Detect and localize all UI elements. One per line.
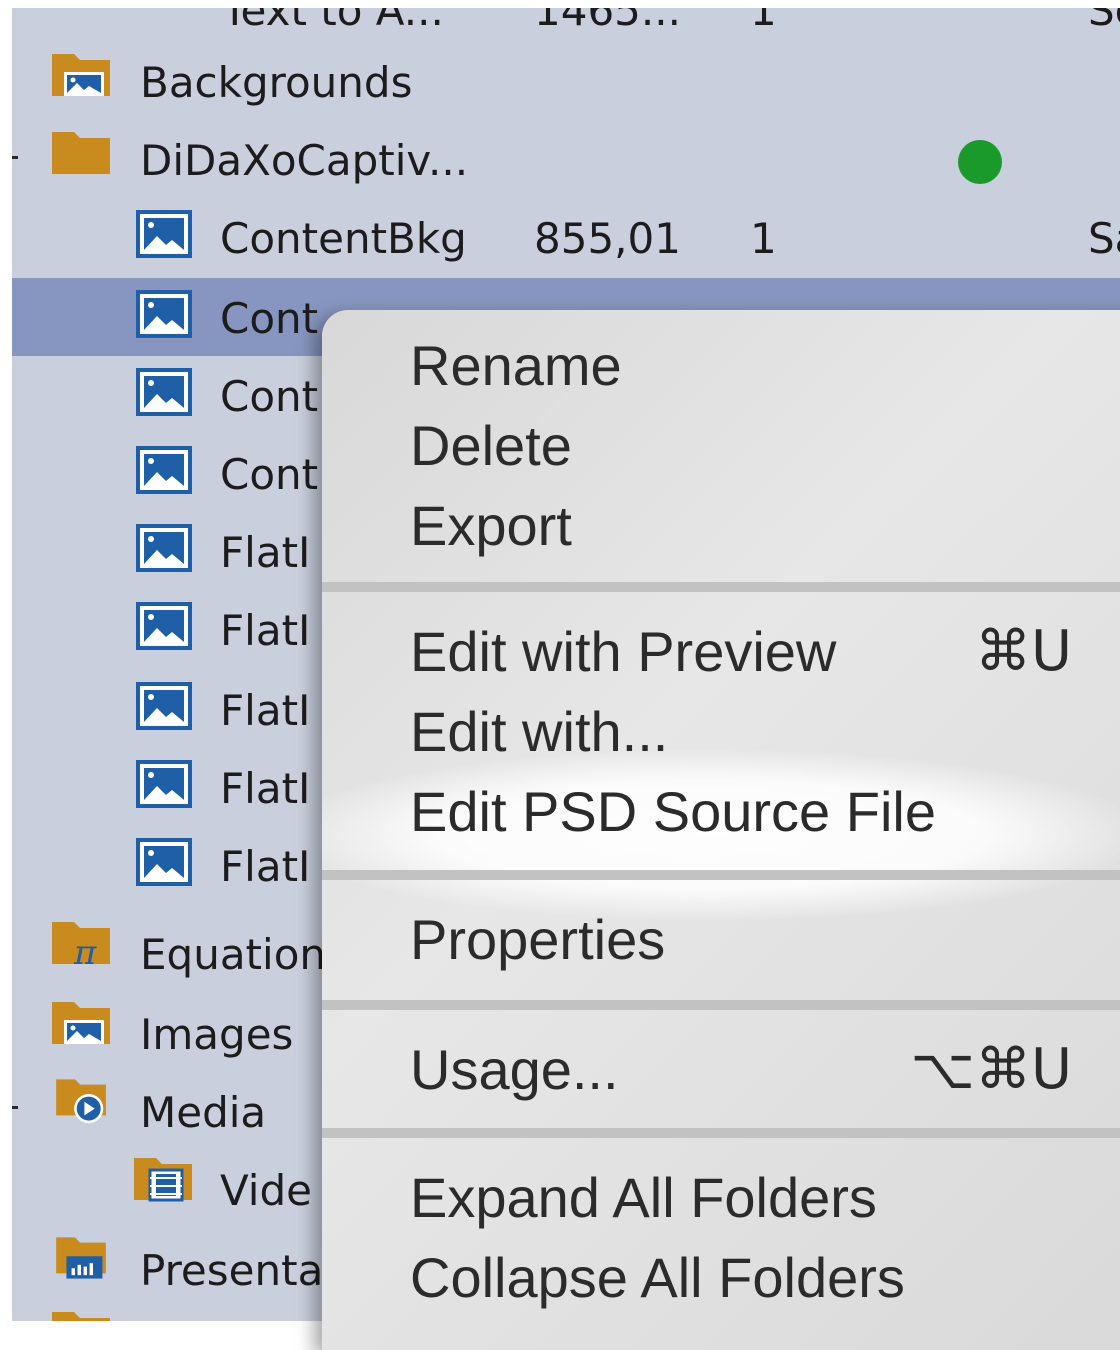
disclosure-triangle-icon[interactable]: [12, 1106, 18, 1109]
svg-text:π: π: [73, 933, 97, 966]
image-icon: [136, 682, 192, 730]
menu-separator: [322, 1128, 1120, 1138]
library-item-label: FlatI: [220, 606, 311, 655]
library-row-image[interactable]: ContentBkg 855,01 1 Sa: [12, 198, 1120, 276]
menu-item-expand-all-folders[interactable]: Expand All Folders: [410, 1170, 877, 1226]
library-item-label: Presenta: [140, 1246, 324, 1295]
folder-icon: [52, 132, 110, 174]
library-item-label: Cont: [220, 450, 319, 499]
library-item-label: Backgrounds: [140, 58, 413, 107]
image-icon: [136, 446, 192, 494]
library-item-label: FlatI: [220, 842, 311, 891]
menu-separator: [322, 1000, 1120, 1010]
library-item-label: Cont: [220, 372, 319, 421]
library-item-label: FlatI: [220, 528, 311, 577]
image-icon: [136, 760, 192, 808]
image-icon: [136, 290, 192, 338]
menu-shortcut-edit-with-preview: ⌘U: [975, 619, 1072, 684]
library-item-label: ContentBkg: [220, 214, 467, 263]
menu-separator: [322, 870, 1120, 880]
library-item-label: Media: [140, 1088, 267, 1137]
menu-item-edit-with[interactable]: Edit with...: [410, 704, 668, 760]
library-row-partial[interactable]: Text to A... 1465... 1 Sc: [12, 8, 1120, 44]
library-item-label: Equation: [140, 930, 327, 979]
library-item-use-count: 1: [750, 214, 777, 263]
folder-presentation-icon: [56, 1237, 106, 1279]
menu-item-delete[interactable]: Delete: [410, 418, 572, 474]
status-dot: [958, 140, 1002, 184]
library-row-folder[interactable]: DiDaXoCaptiv...: [12, 120, 1120, 198]
context-menu: Rename Delete Export Edit with Preview ⌘…: [322, 310, 1120, 1350]
library-item-use-count: 1: [750, 8, 777, 35]
folder-images-icon: [52, 1002, 110, 1044]
library-item-label: Images: [140, 1010, 294, 1059]
menu-item-properties[interactable]: Properties: [410, 912, 665, 968]
library-item-label: Cont: [220, 294, 319, 343]
folder-media-icon: [56, 1079, 106, 1124]
disclosure-triangle-icon[interactable]: [12, 156, 18, 159]
library-item-label: Vide: [220, 1166, 312, 1215]
folder-images-icon: [52, 54, 110, 96]
folder-video-icon: [134, 1158, 192, 1202]
folder-equation-icon: π: [52, 922, 110, 966]
library-item-status: Sa: [1088, 214, 1120, 263]
folder-icon: [52, 1312, 110, 1321]
library-row-backgrounds[interactable]: Backgrounds: [12, 42, 1120, 120]
library-item-label: FlatI: [220, 686, 311, 735]
image-icon: [136, 602, 192, 650]
menu-shortcut-usage: ⌥⌘U: [910, 1037, 1072, 1102]
menu-item-rename[interactable]: Rename: [410, 338, 622, 394]
menu-item-collapse-all-folders[interactable]: Collapse All Folders: [410, 1250, 905, 1306]
image-icon: [136, 210, 192, 258]
library-item-label: DiDaXoCaptiv...: [140, 136, 469, 185]
menu-item-edit-with-preview[interactable]: Edit with Preview: [410, 624, 836, 680]
menu-item-export[interactable]: Export: [410, 498, 572, 554]
library-item-size: 1465...: [534, 8, 681, 35]
library-item-size: 855,01: [534, 214, 681, 263]
library-item-name: Text to A...: [222, 8, 444, 35]
menu-separator: [322, 582, 1120, 592]
library-item-label: FlatI: [220, 764, 311, 813]
menu-item-usage[interactable]: Usage...: [410, 1042, 619, 1098]
image-icon: [136, 368, 192, 416]
menu-item-edit-psd-source-file[interactable]: Edit PSD Source File: [410, 784, 936, 840]
library-item-status: Sc: [1088, 8, 1120, 35]
image-icon: [136, 524, 192, 572]
image-icon: [136, 838, 192, 886]
